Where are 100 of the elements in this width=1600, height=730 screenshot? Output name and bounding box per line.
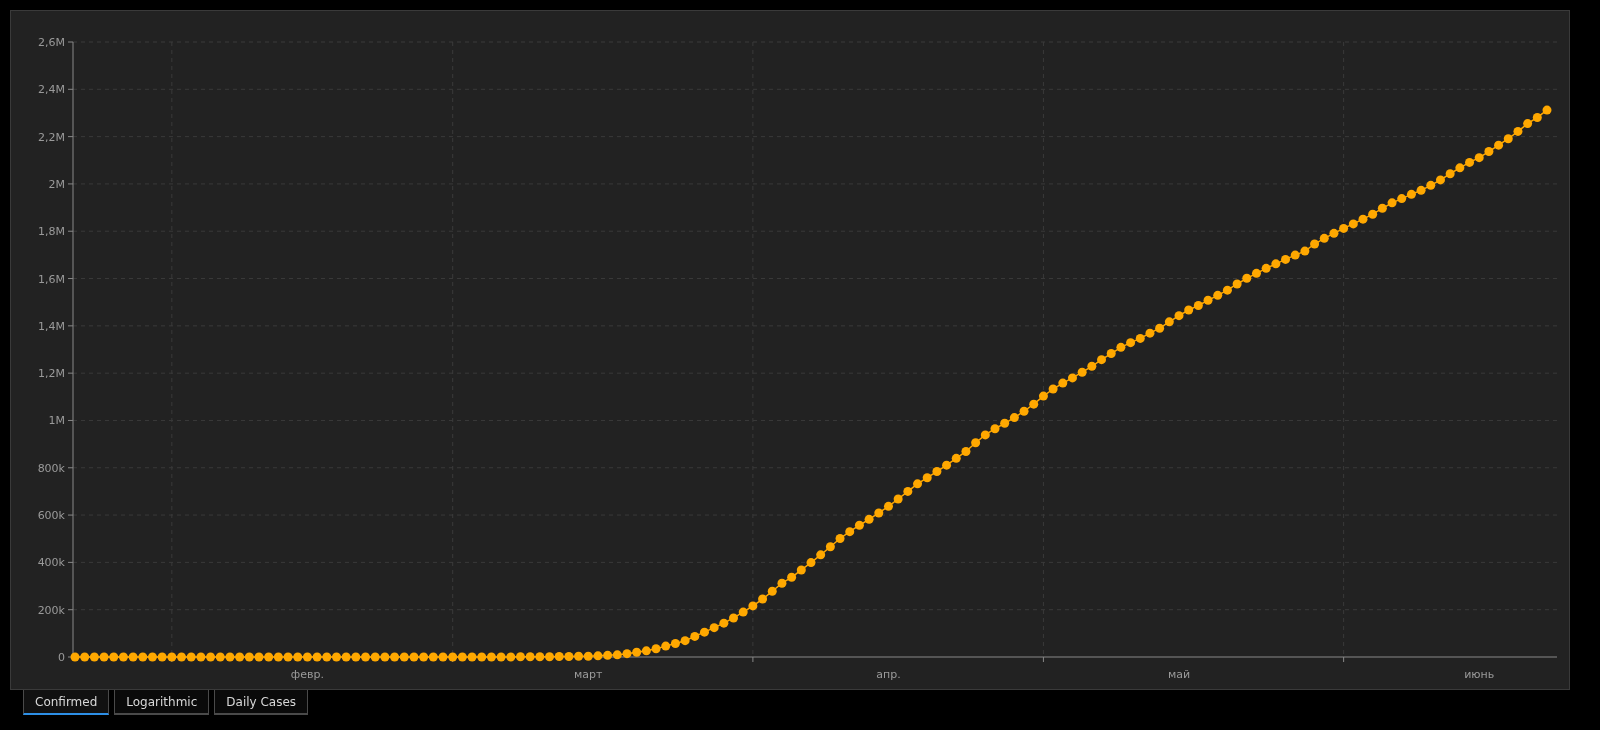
data-point bbox=[1271, 259, 1281, 269]
data-point bbox=[1203, 295, 1213, 305]
axis-label: 1M bbox=[48, 414, 65, 428]
data-point bbox=[254, 652, 264, 662]
data-point bbox=[1474, 153, 1484, 163]
data-point bbox=[1445, 169, 1455, 179]
tab[interactable]: Daily Cases bbox=[214, 690, 309, 715]
tab[interactable]: Confirmed bbox=[23, 690, 110, 715]
data-point bbox=[438, 652, 448, 662]
data-point bbox=[574, 651, 584, 661]
data-point bbox=[1222, 285, 1232, 295]
data-point bbox=[1077, 367, 1087, 377]
axis-label: июнь bbox=[1464, 668, 1495, 681]
data-point bbox=[1242, 273, 1252, 283]
data-point bbox=[767, 586, 777, 596]
data-point bbox=[341, 652, 351, 662]
axis-label: 1,6M bbox=[38, 272, 65, 286]
data-point bbox=[1058, 378, 1068, 388]
data-point bbox=[835, 534, 845, 543]
data-point bbox=[1290, 250, 1300, 260]
data-point bbox=[545, 652, 555, 662]
data-point bbox=[709, 623, 719, 633]
data-point bbox=[1193, 301, 1203, 310]
data-point bbox=[89, 652, 99, 662]
axis-label: 200k bbox=[37, 603, 65, 617]
data-point bbox=[1542, 105, 1552, 115]
data-point bbox=[1426, 180, 1436, 190]
tab[interactable]: Logarithmic bbox=[114, 690, 210, 715]
data-point bbox=[1261, 263, 1271, 273]
axis-label: 1,8M bbox=[38, 225, 65, 239]
data-point bbox=[496, 652, 506, 662]
data-point bbox=[138, 652, 148, 662]
data-point bbox=[109, 652, 119, 662]
data-point bbox=[564, 652, 574, 662]
data-point bbox=[1174, 311, 1184, 321]
data-point bbox=[525, 652, 535, 662]
data-point bbox=[1281, 254, 1291, 264]
data-point bbox=[118, 652, 128, 662]
axis-label: март bbox=[574, 668, 603, 681]
axis-label: 800k bbox=[37, 461, 65, 475]
data-point bbox=[225, 652, 235, 662]
data-point bbox=[1329, 228, 1339, 238]
data-point bbox=[264, 652, 274, 662]
data-point bbox=[883, 501, 893, 511]
data-point bbox=[380, 652, 390, 662]
data-point bbox=[1135, 333, 1145, 343]
data-point bbox=[1339, 223, 1349, 233]
data-point bbox=[273, 652, 283, 662]
data-point bbox=[177, 652, 187, 662]
data-point bbox=[1126, 338, 1136, 348]
data-point bbox=[80, 652, 90, 662]
data-point bbox=[448, 652, 458, 662]
data-point bbox=[1300, 246, 1310, 256]
data-point bbox=[428, 652, 438, 662]
data-point bbox=[874, 508, 884, 518]
data-point bbox=[593, 651, 603, 661]
data-point bbox=[1532, 112, 1542, 122]
data-point bbox=[825, 542, 835, 552]
data-point bbox=[903, 486, 913, 496]
data-point bbox=[1455, 163, 1465, 173]
data-point bbox=[738, 607, 748, 617]
data-point bbox=[670, 639, 680, 648]
data-point bbox=[1048, 384, 1058, 394]
data-point bbox=[1435, 175, 1445, 185]
data-point bbox=[1406, 189, 1416, 199]
data-point bbox=[235, 652, 245, 662]
data-point bbox=[1184, 305, 1194, 315]
data-point bbox=[1164, 317, 1174, 327]
data-point bbox=[787, 572, 797, 582]
data-point bbox=[1484, 147, 1494, 156]
data-point bbox=[283, 652, 293, 662]
axis-label: 2,4M bbox=[38, 83, 65, 97]
data-point bbox=[351, 652, 361, 662]
data-point bbox=[1038, 391, 1048, 401]
data-point bbox=[457, 652, 467, 662]
data-point bbox=[1503, 134, 1513, 144]
data-point bbox=[186, 652, 196, 662]
data-point bbox=[699, 627, 709, 637]
data-point bbox=[1387, 198, 1397, 208]
data-point bbox=[1310, 239, 1320, 249]
data-point bbox=[99, 652, 109, 662]
data-point bbox=[932, 467, 942, 477]
data-point bbox=[419, 652, 429, 662]
data-point bbox=[893, 494, 903, 504]
axis-label: 1,2M bbox=[38, 367, 65, 381]
data-point bbox=[535, 652, 545, 662]
data-point bbox=[690, 631, 700, 641]
data-point bbox=[409, 652, 419, 662]
data-point bbox=[515, 652, 525, 662]
axis-label: 2,2M bbox=[38, 130, 65, 144]
data-point bbox=[845, 527, 855, 537]
data-point bbox=[951, 453, 961, 463]
data-point bbox=[603, 650, 613, 660]
data-point bbox=[1416, 185, 1426, 195]
axis-label: апр. bbox=[876, 668, 901, 681]
data-point bbox=[399, 652, 409, 662]
data-point bbox=[157, 652, 167, 662]
data-point bbox=[854, 520, 864, 530]
axis-label: 1,4M bbox=[38, 319, 65, 333]
data-point bbox=[1523, 119, 1533, 129]
